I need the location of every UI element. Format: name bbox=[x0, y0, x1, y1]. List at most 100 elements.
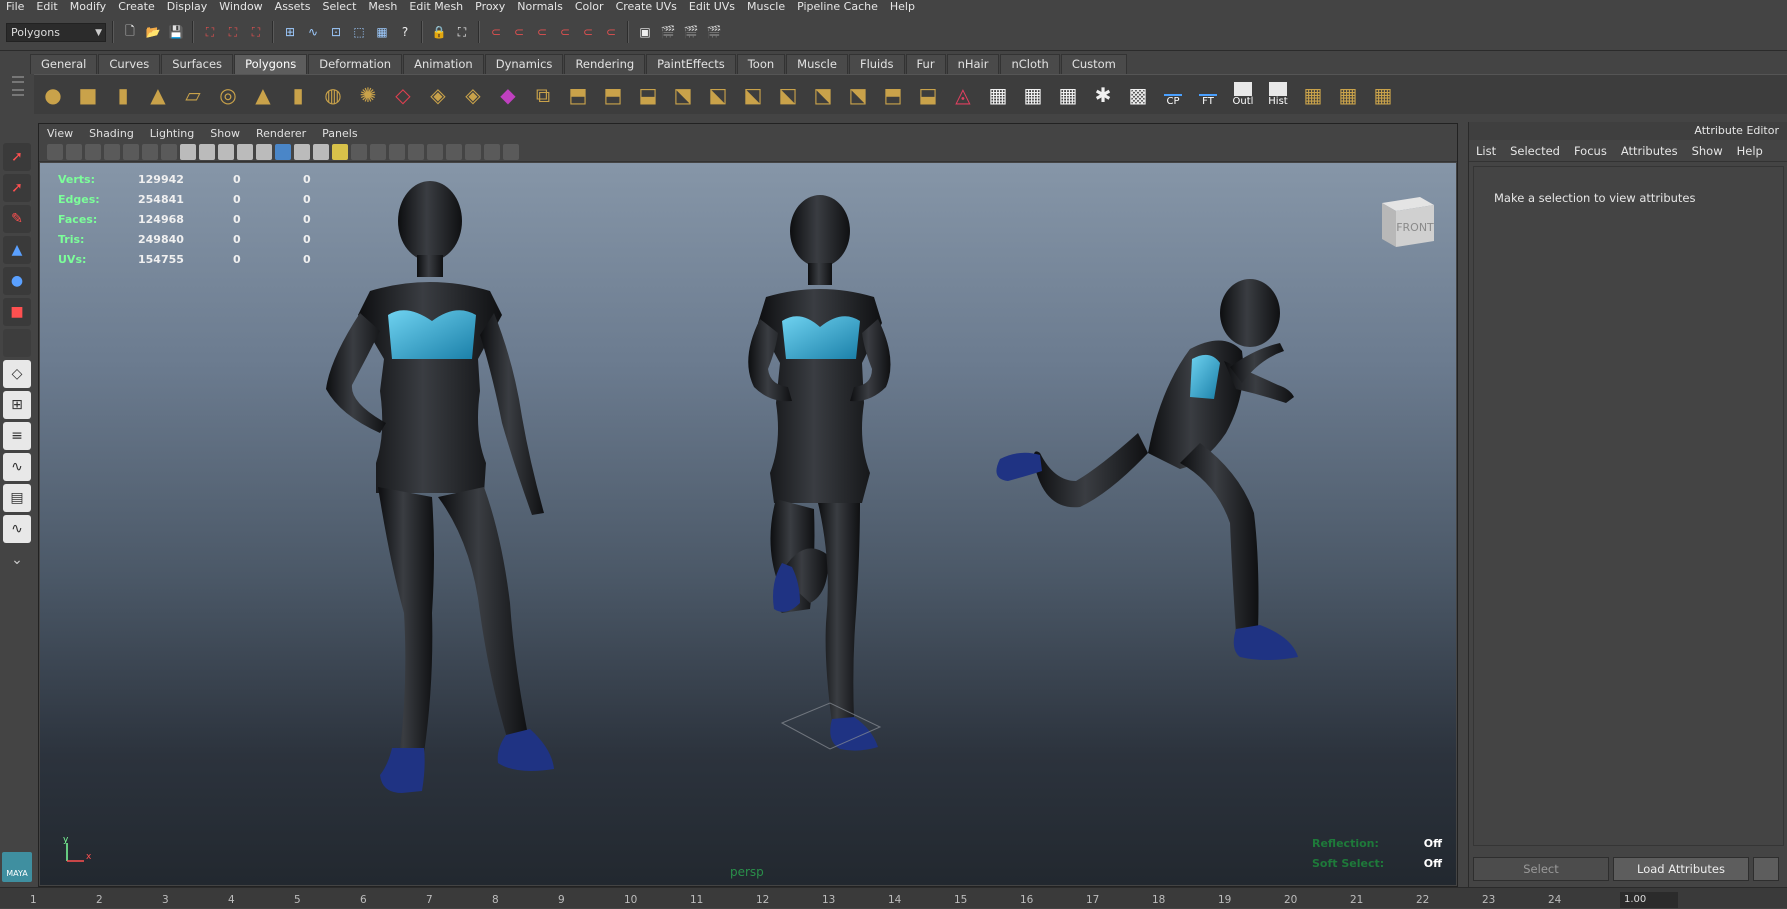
panel-menu-renderer[interactable]: Renderer bbox=[248, 127, 314, 140]
gate-mask-icon[interactable] bbox=[180, 143, 196, 160]
torus-icon[interactable]: ◎ bbox=[213, 80, 243, 110]
menu-edit-uvs[interactable]: Edit UVs bbox=[683, 0, 741, 14]
smooth-shade-icon[interactable] bbox=[275, 143, 291, 160]
shelf-tab-toon[interactable]: Toon bbox=[736, 54, 786, 74]
platonic-icon[interactable]: ◇ bbox=[388, 80, 418, 110]
four-view-layout-icon[interactable]: ⊞ bbox=[3, 391, 31, 419]
menu-muscle[interactable]: Muscle bbox=[741, 0, 791, 14]
panel-menu-shading[interactable]: Shading bbox=[81, 127, 142, 140]
multisample-aa-icon[interactable] bbox=[408, 143, 424, 160]
ft-icon[interactable]: FT bbox=[1193, 80, 1223, 110]
cylinder-icon[interactable]: ▮ bbox=[108, 80, 138, 110]
select-tool-icon[interactable]: ➚ bbox=[3, 143, 31, 171]
menu-file[interactable]: File bbox=[0, 0, 30, 14]
render-frame-icon[interactable]: 🎬 bbox=[658, 22, 678, 42]
shelf-tab-nhair[interactable]: nHair bbox=[946, 54, 1000, 74]
soccer-ball-icon[interactable]: ✺ bbox=[353, 80, 383, 110]
menu-set-dropdown[interactable]: Polygons ▼ bbox=[6, 22, 106, 42]
shelf-tab-animation[interactable]: Animation bbox=[403, 54, 484, 74]
render-view-icon[interactable]: ▣ bbox=[635, 22, 655, 42]
select-camera-icon[interactable] bbox=[47, 143, 63, 160]
uv-layout-icon[interactable]: ▦ bbox=[1298, 80, 1328, 110]
magnet-live-icon[interactable]: ⊂ bbox=[578, 22, 598, 42]
panel-menu-lighting[interactable]: Lighting bbox=[142, 127, 202, 140]
menu-display[interactable]: Display bbox=[161, 0, 214, 14]
menu-edit[interactable]: Edit bbox=[30, 0, 63, 14]
menu-help[interactable]: Help bbox=[884, 0, 921, 14]
shelf-tab-polygons[interactable]: Polygons bbox=[234, 54, 308, 74]
depth-of-field-icon[interactable] bbox=[427, 143, 443, 160]
bridge-icon[interactable]: ⬒ bbox=[598, 80, 628, 110]
isolate-select-icon[interactable] bbox=[446, 143, 462, 160]
plane-icon[interactable]: ▱ bbox=[178, 80, 208, 110]
uv-editor-icon[interactable]: ▦ bbox=[1333, 80, 1363, 110]
shelf-tab-dynamics[interactable]: Dynamics bbox=[484, 54, 564, 74]
collapse-icon[interactable]: ⬔ bbox=[843, 80, 873, 110]
shelf-tab-fur[interactable]: Fur bbox=[905, 54, 946, 74]
snap-point-icon[interactable]: ⊡ bbox=[326, 22, 346, 42]
move-tool-icon[interactable]: ▲ bbox=[3, 236, 31, 264]
bookmarks-icon[interactable] bbox=[85, 143, 101, 160]
offset-edge-icon[interactable]: ⬕ bbox=[773, 80, 803, 110]
persp-graph-stacked-icon[interactable]: ∿ bbox=[3, 515, 31, 543]
time-slider[interactable]: 1 2 3 4 5 6 7 8 9 10 11 12 13 14 15 16 17 18 19 20 21 22 23 24 … bbox=[0, 887, 1787, 908]
view-cube[interactable]: FRONT bbox=[1376, 189, 1438, 249]
cut-faces-icon[interactable]: ◬ bbox=[948, 80, 978, 110]
menu-mesh[interactable]: Mesh bbox=[362, 0, 403, 14]
open-scene-icon[interactable]: 📂 bbox=[143, 22, 163, 42]
paint-select-tool-icon[interactable]: ✎ bbox=[3, 205, 31, 233]
xray-icon[interactable] bbox=[465, 143, 481, 160]
helix-icon[interactable]: ◍ bbox=[318, 80, 348, 110]
select-component-icon[interactable]: ⛶ bbox=[246, 22, 266, 42]
figure-sprinting-side[interactable] bbox=[996, 279, 1298, 660]
combine-icon[interactable]: ◈ bbox=[458, 80, 488, 110]
save-scene-icon[interactable]: 💾 bbox=[166, 22, 186, 42]
screen-space-ao-icon[interactable] bbox=[370, 143, 386, 160]
snap-plane-icon[interactable]: ⬚ bbox=[349, 22, 369, 42]
magnet-view-icon[interactable]: ⊂ bbox=[555, 22, 575, 42]
menu-edit-mesh[interactable]: Edit Mesh bbox=[403, 0, 469, 14]
safe-title-icon[interactable] bbox=[237, 143, 253, 160]
shelf-tab-deformation[interactable]: Deformation bbox=[308, 54, 403, 74]
persp-graph-layout-icon[interactable]: ∿ bbox=[3, 453, 31, 481]
more-layouts-icon[interactable]: ⌄ bbox=[3, 546, 31, 574]
select-button[interactable]: Select bbox=[1473, 857, 1609, 881]
motion-blur-icon[interactable] bbox=[389, 143, 405, 160]
mirror-icon[interactable]: ⧉ bbox=[528, 80, 558, 110]
snap-curve-icon[interactable]: ∿ bbox=[303, 22, 323, 42]
pipe-icon[interactable]: ▮ bbox=[283, 80, 313, 110]
render-settings-icon[interactable]: 🎬 bbox=[704, 22, 724, 42]
menu-modify[interactable]: Modify bbox=[64, 0, 112, 14]
shelf-tab-painteffects[interactable]: PaintEffects bbox=[646, 54, 736, 74]
menu-normals[interactable]: Normals bbox=[511, 0, 569, 14]
uv-checker-icon[interactable]: ▦ bbox=[983, 80, 1013, 110]
insert-edge-icon[interactable]: ⬕ bbox=[738, 80, 768, 110]
lasso-tool-icon[interactable]: ➚ bbox=[3, 174, 31, 202]
uv-planar-icon[interactable]: ▦ bbox=[1018, 80, 1048, 110]
merge-icon[interactable]: ⬔ bbox=[808, 80, 838, 110]
select-lock-icon[interactable]: ⛶ bbox=[452, 22, 472, 42]
ae-menu-focus[interactable]: Focus bbox=[1567, 144, 1614, 158]
figure-running-front[interactable] bbox=[748, 195, 891, 751]
wireframe-on-shaded-icon[interactable] bbox=[294, 143, 310, 160]
ae-menu-help[interactable]: Help bbox=[1730, 144, 1770, 158]
select-hierarchy-icon[interactable]: ⛶ bbox=[200, 22, 220, 42]
shelf-tab-fluids[interactable]: Fluids bbox=[848, 54, 905, 74]
shadows-icon[interactable] bbox=[351, 143, 367, 160]
hypershade-layout-icon[interactable]: ▤ bbox=[3, 484, 31, 512]
use-all-lights-icon[interactable] bbox=[332, 143, 348, 160]
cone-icon[interactable]: ▲ bbox=[143, 80, 173, 110]
safe-action-icon[interactable] bbox=[218, 143, 234, 160]
persp-outliner-layout-icon[interactable]: ≡ bbox=[3, 422, 31, 450]
image-plane-icon[interactable] bbox=[104, 143, 120, 160]
uv-auto-icon[interactable]: ▩ bbox=[1123, 80, 1153, 110]
load-attributes-button[interactable]: Load Attributes bbox=[1613, 857, 1749, 881]
current-time-field[interactable]: 1.00 bbox=[1620, 892, 1678, 908]
shelf-tab-surfaces[interactable]: Surfaces bbox=[161, 54, 234, 74]
wireframe-icon[interactable] bbox=[256, 143, 272, 160]
select-object-icon[interactable]: ⛶ bbox=[223, 22, 243, 42]
smooth-icon[interactable]: ◆ bbox=[493, 80, 523, 110]
ipr-render-icon[interactable]: 🎬 bbox=[681, 22, 701, 42]
textured-icon[interactable] bbox=[313, 143, 329, 160]
pyramid-icon[interactable]: ▲ bbox=[248, 80, 278, 110]
